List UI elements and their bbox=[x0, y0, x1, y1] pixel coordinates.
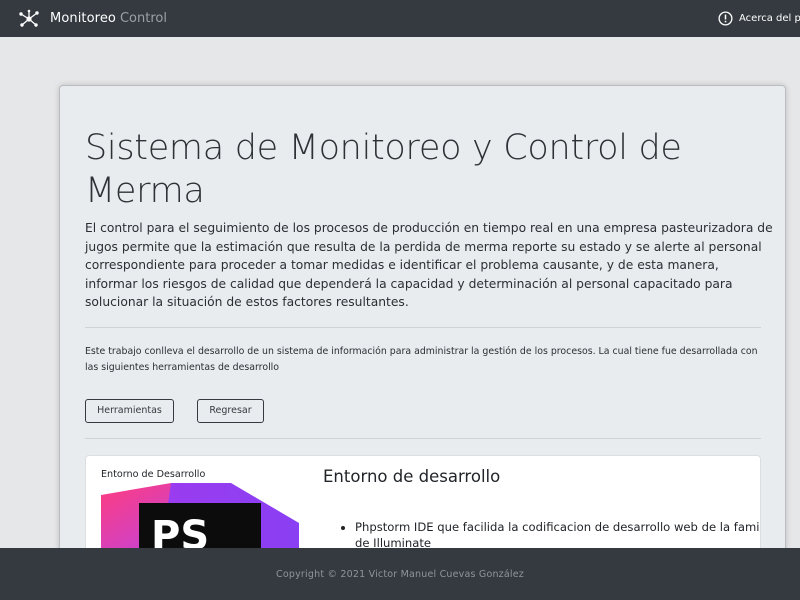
divider bbox=[85, 438, 761, 439]
card-caption: Entorno de Desarrollo bbox=[101, 469, 206, 480]
main-jumbotron: Sistema de Monitoreo y Control de Merma … bbox=[59, 85, 786, 555]
logo-text: PS bbox=[151, 513, 209, 553]
description-text: Este trabajo conlleva el desarrollo de u… bbox=[85, 346, 758, 373]
brand-name: Monitoreo bbox=[50, 11, 116, 26]
about-link[interactable]: Acerca del p bbox=[718, 0, 800, 37]
phpstorm-logo: PS bbox=[101, 483, 299, 553]
brand-subtitle: Control bbox=[119, 11, 167, 26]
card-heading: Entorno de desarrollo bbox=[323, 467, 501, 486]
network-nodes-icon bbox=[19, 9, 39, 27]
copyright-text: Copyright © 2021 Victor Manuel Cuevas Go… bbox=[276, 568, 524, 580]
brand-link[interactable]: Monitoreo Control bbox=[18, 0, 167, 37]
navbar: Monitoreo Control Acerca del p bbox=[0, 0, 800, 37]
footer: Copyright © 2021 Victor Manuel Cuevas Go… bbox=[0, 548, 800, 600]
divider bbox=[85, 327, 761, 328]
card-list: Phpstorm IDE que facilida la codificacio… bbox=[323, 520, 760, 551]
tools-button[interactable]: Herramientas bbox=[85, 399, 174, 423]
info-circle-icon bbox=[718, 11, 733, 26]
list-item: Phpstorm IDE que facilida la codificacio… bbox=[355, 520, 760, 551]
lead-paragraph: El control para el seguimiento de los pr… bbox=[85, 221, 773, 310]
back-button[interactable]: Regresar bbox=[197, 399, 264, 423]
about-label: Acerca del p bbox=[739, 13, 800, 24]
page-title: Sistema de Monitoreo y Control de Merma bbox=[85, 128, 682, 211]
tool-card: Entorno de Desarrollo PS Entorno de desa… bbox=[85, 455, 761, 554]
